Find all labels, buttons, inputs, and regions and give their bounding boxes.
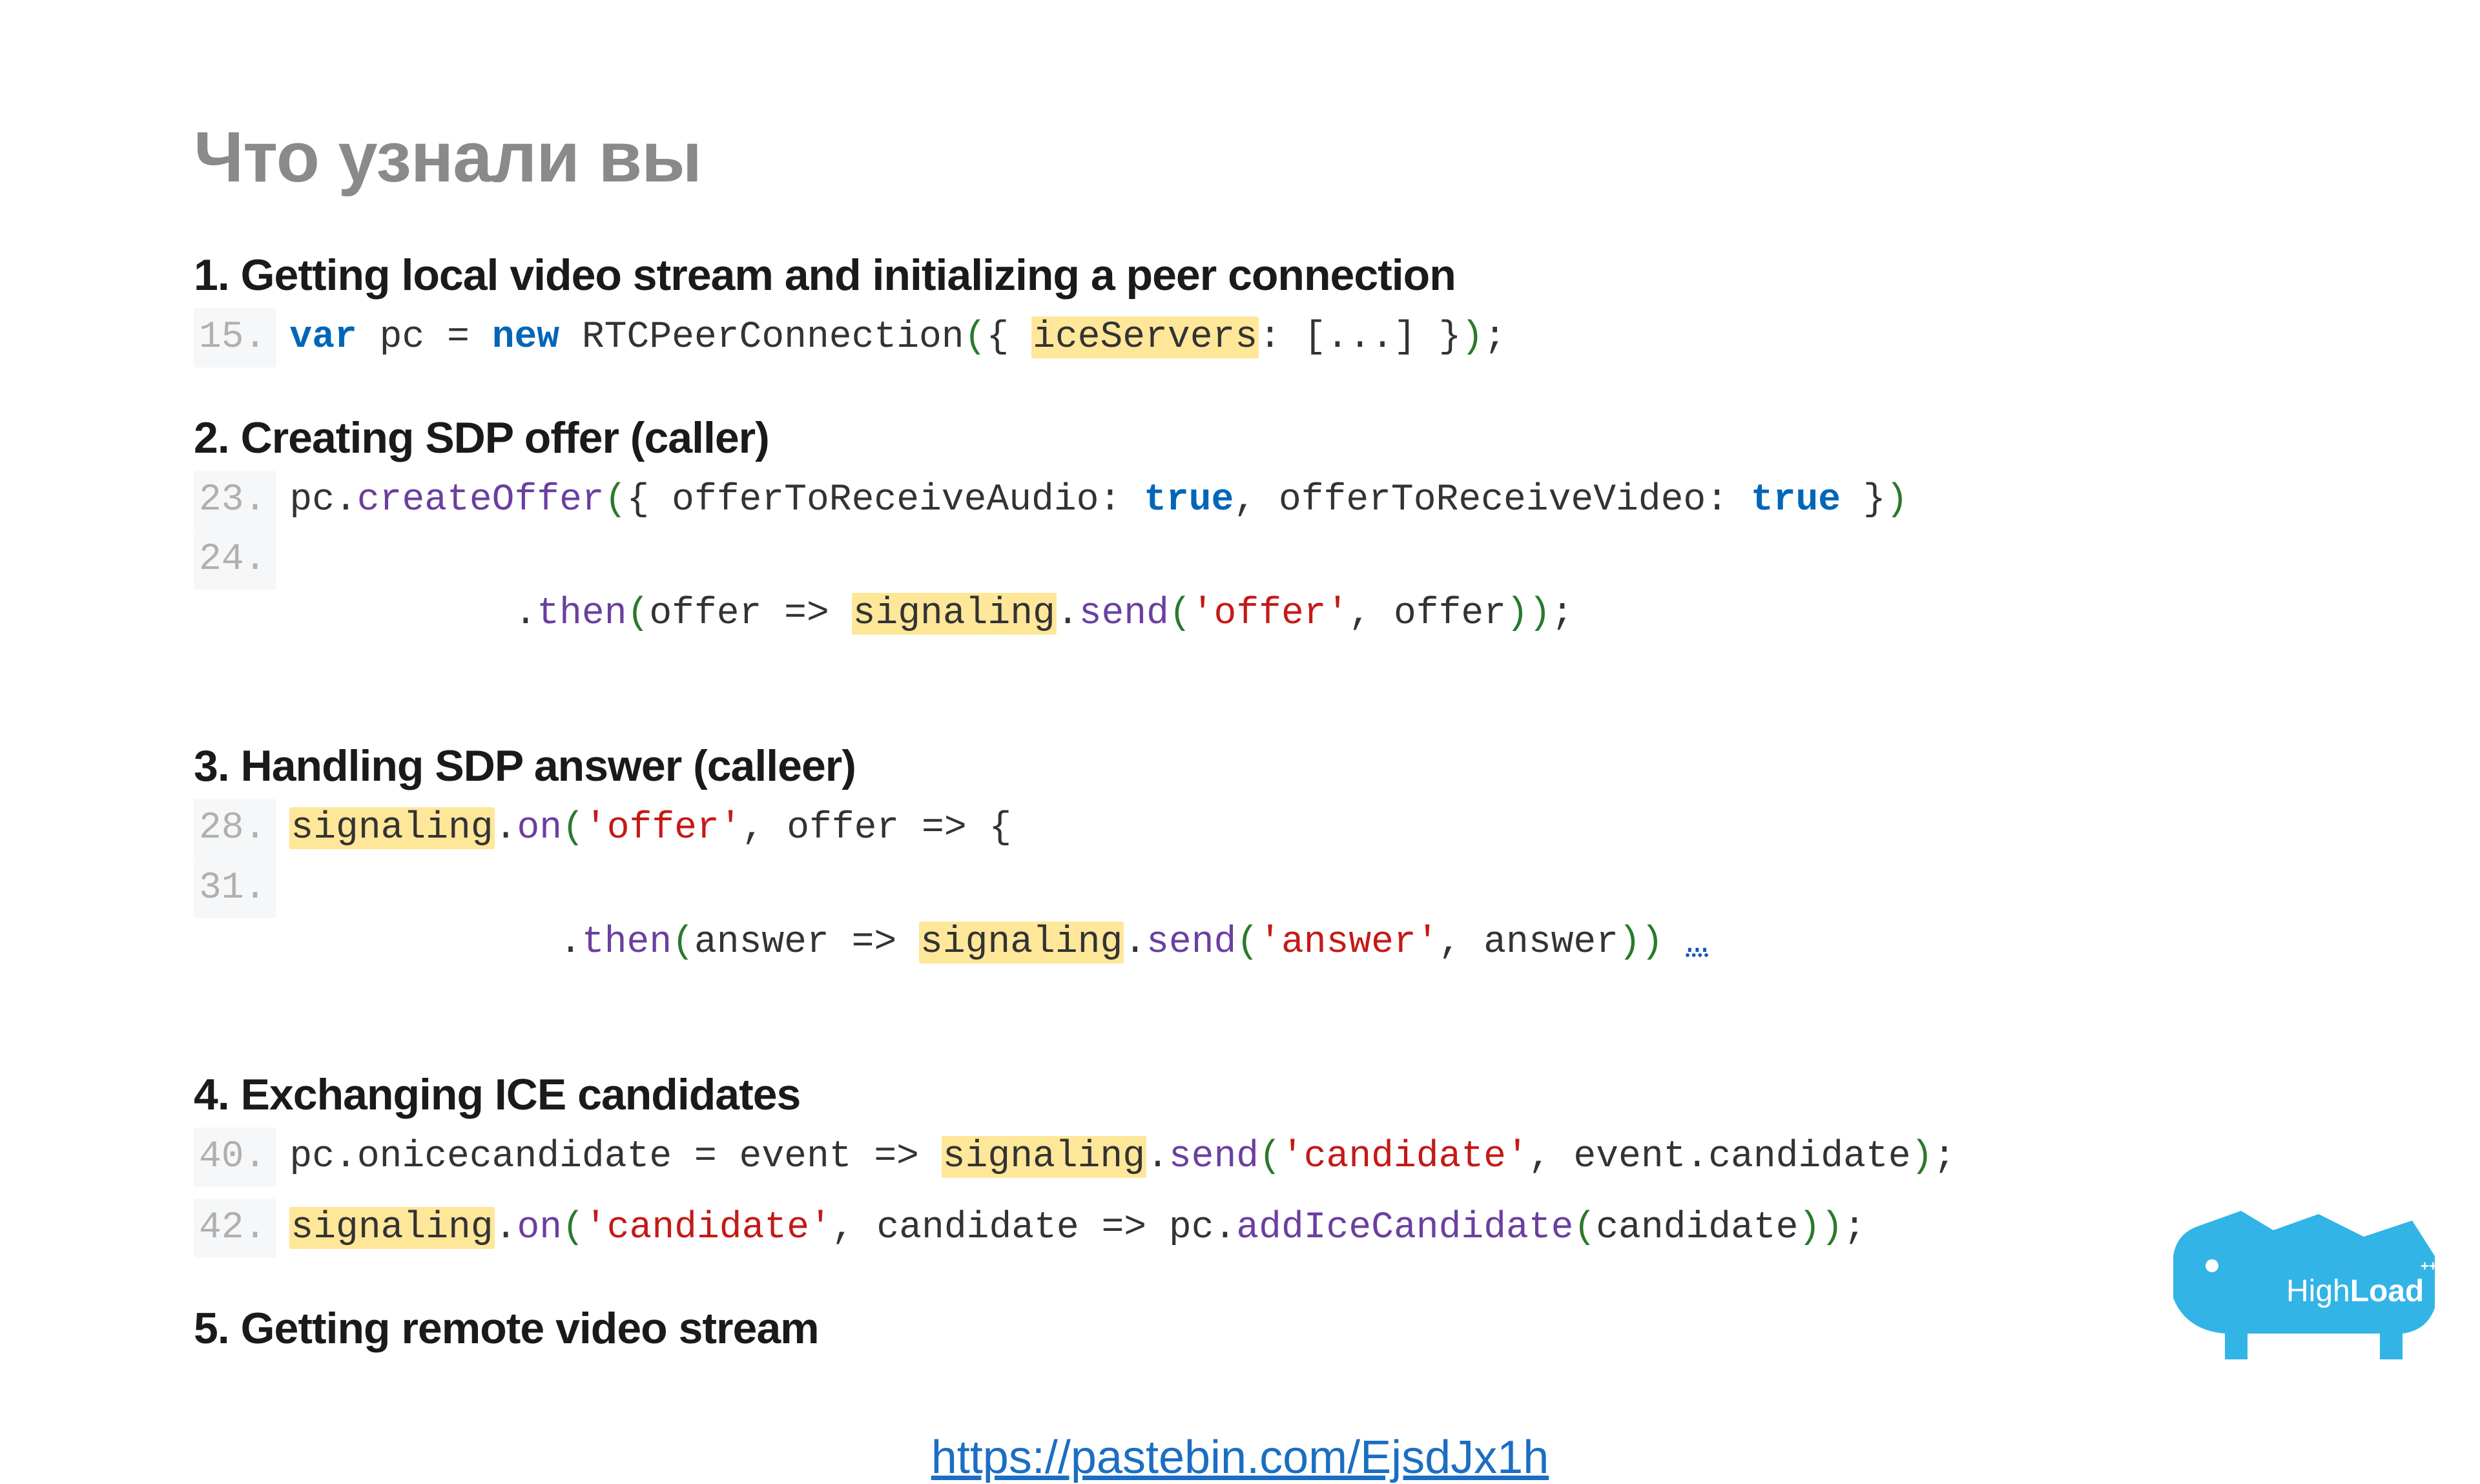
- code: .then(offer => signaling.send('offer', o…: [289, 533, 1573, 696]
- code-line-31: 31. .then(answer => signaling.send('answ…: [194, 859, 2286, 1024]
- line-number: 28.: [194, 799, 276, 858]
- section-2: 2. Creating SDP offer (caller) 23. pc.cr…: [194, 413, 2286, 696]
- logo-plus: ++: [2421, 1258, 2437, 1274]
- section-4-heading: 4. Exchanging ICE candidates: [194, 1069, 2286, 1120]
- code-line-23: 23. pc.createOffer({ offerToReceiveAudio…: [194, 471, 2286, 530]
- code-line-24: 24. .then(offer => signaling.send('offer…: [194, 530, 2286, 696]
- highload-logo: HighLoad ++: [2157, 1195, 2441, 1363]
- logo-text-light: High: [2286, 1274, 2350, 1308]
- slide: Что узнали вы 1. Getting local video str…: [0, 0, 2480, 1484]
- section-5-heading: 5. Getting remote video stream: [194, 1303, 2286, 1354]
- section-2-heading: 2. Creating SDP offer (caller): [194, 413, 2286, 463]
- code: var pc = new RTCPeerConnection({ iceServ…: [289, 311, 1506, 365]
- code-line-28: 28. signaling.on('offer', offer => {: [194, 799, 2286, 858]
- svg-text:HighLoad: HighLoad: [2286, 1274, 2424, 1308]
- code: .then(answer => signaling.send('answer',…: [289, 861, 1708, 1024]
- code: pc.onicecandidate = event => signaling.s…: [289, 1130, 1956, 1184]
- pastebin-link-row: https://pastebin.com/EjsdJx1h: [194, 1431, 2286, 1484]
- section-4: 4. Exchanging ICE candidates 40. pc.onic…: [194, 1069, 2286, 1258]
- section-1: 1. Getting local video stream and initia…: [194, 250, 2286, 367]
- line-number: 23.: [194, 471, 276, 530]
- line-number: 15.: [194, 308, 276, 367]
- pastebin-link[interactable]: https://pastebin.com/EjsdJx1h: [931, 1432, 1549, 1483]
- code-line-42: 42. signaling.on('candidate', candidate …: [194, 1199, 2286, 1258]
- code-line-15: 15. var pc = new RTCPeerConnection({ ice…: [194, 308, 2286, 367]
- line-number: 40.: [194, 1128, 276, 1187]
- line-number: 42.: [194, 1199, 276, 1258]
- code-line-40: 40. pc.onicecandidate = event => signali…: [194, 1128, 2286, 1187]
- section-3-heading: 3. Handling SDP answer (calleer): [194, 741, 2286, 791]
- code: signaling.on('offer', offer => {: [289, 801, 1011, 856]
- line-number: 24.: [194, 530, 276, 590]
- line-number: 31.: [194, 859, 276, 918]
- section-5: 5. Getting remote video stream: [194, 1303, 2286, 1354]
- code: pc.createOffer({ offerToReceiveAudio: tr…: [289, 473, 1908, 528]
- logo-text-bold: Load: [2350, 1274, 2424, 1308]
- slide-title: Что узнали вы: [194, 116, 2286, 198]
- code: signaling.on('candidate', candidate => p…: [289, 1201, 1866, 1255]
- section-3: 3. Handling SDP answer (calleer) 28. sig…: [194, 741, 2286, 1024]
- section-1-heading: 1. Getting local video stream and initia…: [194, 250, 2286, 300]
